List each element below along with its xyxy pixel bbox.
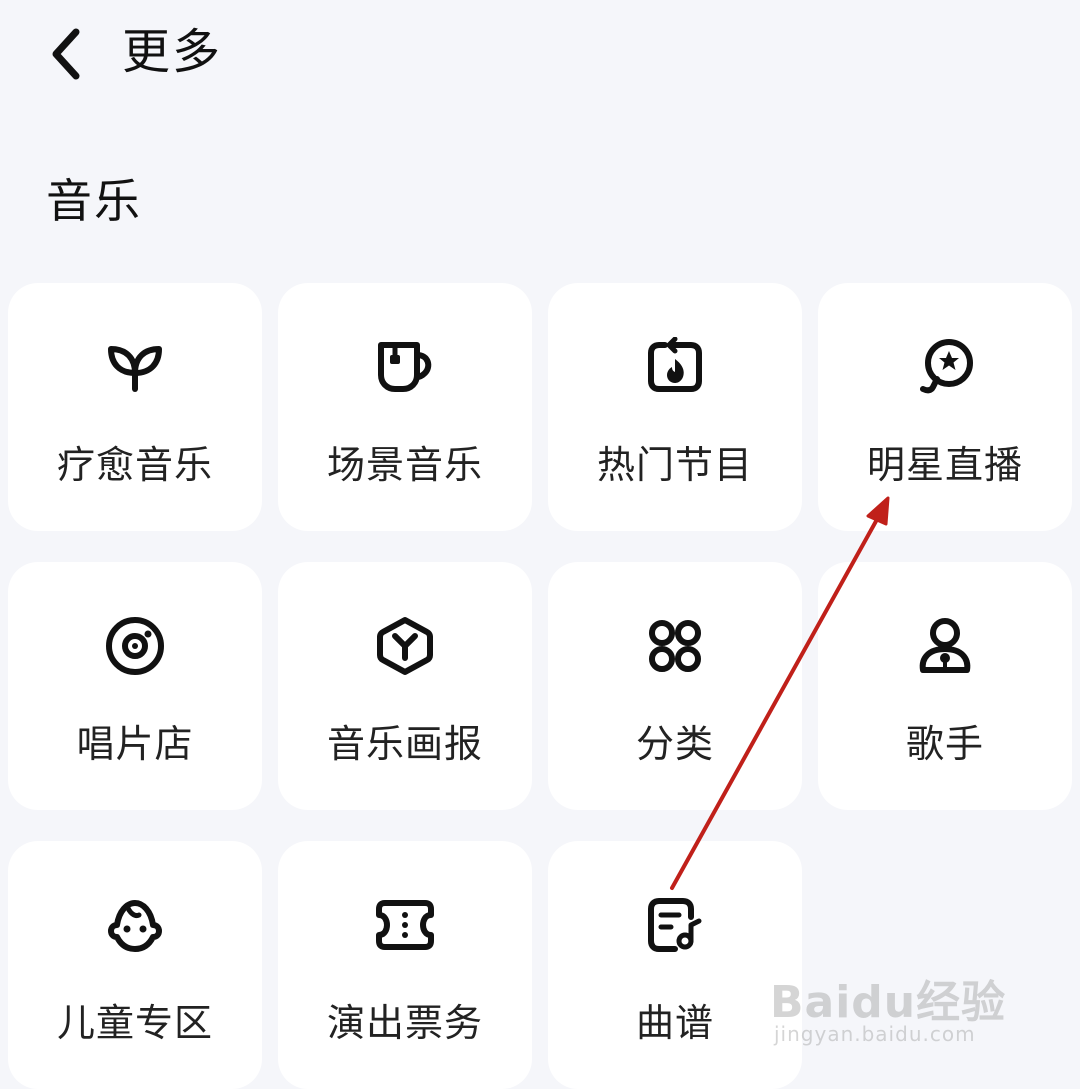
- baidu-watermark: Baidu经验 jingyan.baidu.com: [770, 960, 1020, 1056]
- card-label: 分类: [635, 722, 714, 766]
- child-face-icon: [105, 895, 165, 955]
- card-label: 场景音乐: [326, 443, 483, 487]
- card-label: 演出票务: [326, 1001, 483, 1045]
- cup-icon: [375, 337, 435, 397]
- back-button[interactable]: [36, 22, 96, 86]
- card-healing-music[interactable]: 疗愈音乐: [8, 283, 262, 531]
- sprout-icon: [105, 337, 165, 397]
- page-title: 更多: [122, 24, 223, 80]
- card-label: 热门节目: [596, 443, 753, 487]
- card-label: 歌手: [905, 722, 984, 766]
- card-music-poster[interactable]: 音乐画报: [278, 562, 532, 810]
- card-singers[interactable]: 歌手: [818, 562, 1072, 810]
- flame-icon: [645, 337, 705, 397]
- section-title: 音乐: [46, 174, 142, 228]
- header-bar: 更多: [0, 0, 1080, 110]
- vinyl-icon: [105, 616, 165, 676]
- watermark-url: jingyan.baidu.com: [774, 1022, 976, 1046]
- grid-icon: [645, 616, 705, 676]
- star-bubble-icon: [915, 337, 975, 397]
- watermark-brand: Baidu经验: [770, 977, 1007, 1028]
- card-sheet-music[interactable]: 曲谱: [548, 841, 802, 1089]
- card-scene-music[interactable]: 场景音乐: [278, 283, 532, 531]
- card-categories[interactable]: 分类: [548, 562, 802, 810]
- sheet-music-icon: [645, 895, 705, 955]
- ticket-icon: [375, 895, 435, 955]
- card-show-tickets[interactable]: 演出票务: [278, 841, 532, 1089]
- card-record-store[interactable]: 唱片店: [8, 562, 262, 810]
- card-hot-programs[interactable]: 热门节目: [548, 283, 802, 531]
- card-kids-zone[interactable]: 儿童专区: [8, 841, 262, 1089]
- hexagon-y-icon: [375, 616, 435, 676]
- card-star-live[interactable]: 明星直播: [818, 283, 1072, 531]
- card-label: 儿童专区: [56, 1001, 213, 1045]
- card-label: 音乐画报: [326, 722, 483, 766]
- singer-icon: [915, 616, 975, 676]
- card-label: 唱片店: [76, 722, 194, 766]
- card-label: 明星直播: [866, 443, 1023, 487]
- chevron-left-icon: [52, 28, 80, 80]
- card-label: 曲谱: [635, 1001, 714, 1045]
- card-label: 疗愈音乐: [56, 443, 213, 487]
